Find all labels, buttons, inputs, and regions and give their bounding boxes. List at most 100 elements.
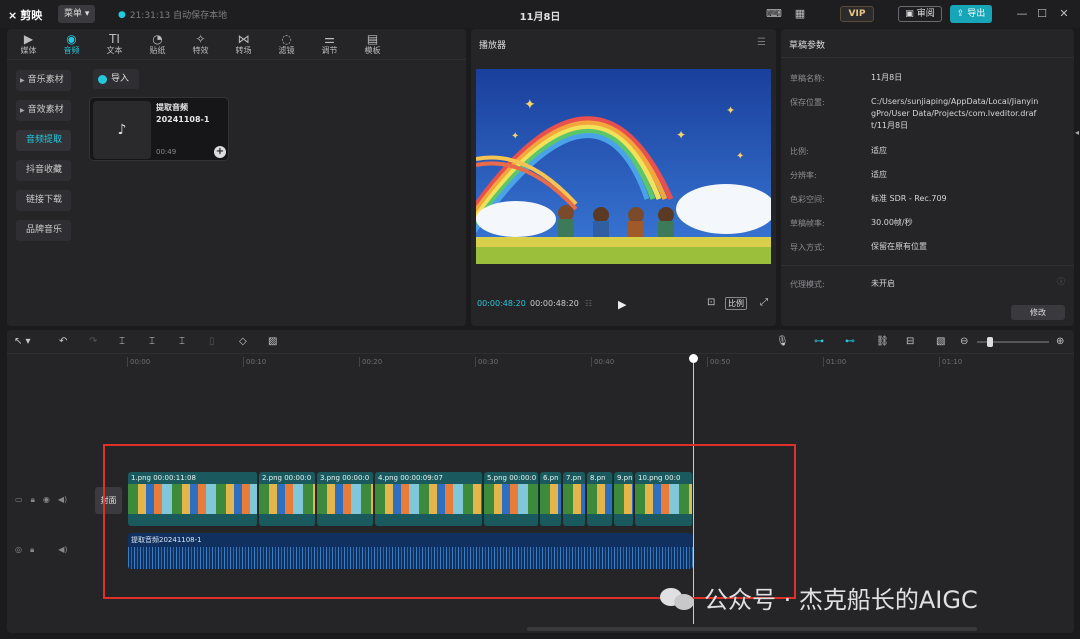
play-icon[interactable]: ▶ xyxy=(618,298,626,311)
tab-transition[interactable]: ⋈ 转场 xyxy=(222,29,265,59)
check-circle-icon: ● xyxy=(118,9,126,20)
tab-template[interactable]: ▤ 模板 xyxy=(351,29,394,59)
sidebar-item-brand-music[interactable]: 品牌音乐 xyxy=(16,220,71,241)
ruler-tick xyxy=(591,357,592,367)
info-icon[interactable]: ⓘ xyxy=(1057,276,1065,287)
export-button[interactable]: ⇪ 导出 xyxy=(950,5,992,23)
tab-effects[interactable]: ✧ 特效 xyxy=(179,29,222,59)
current-timecode: 00:00:48:20 xyxy=(477,299,526,308)
delete-icon[interactable]: ▯ xyxy=(209,336,215,348)
layout-icon[interactable]: ▦ xyxy=(792,7,808,21)
main-track-magnet-icon[interactable]: ⊶ xyxy=(814,336,824,348)
export-icon: ⇪ xyxy=(956,9,965,19)
ratio-button[interactable]: 比例 xyxy=(725,297,747,310)
sidebar-label: 抖音收藏 xyxy=(26,165,63,175)
import-button[interactable]: 导入 xyxy=(93,69,139,89)
tab-audio[interactable]: ◉ 音频 xyxy=(50,29,93,59)
sidebar-label: 音频提取 xyxy=(26,135,63,145)
split-icon[interactable]: ⌶ xyxy=(119,336,125,348)
media-library-panel: ▶ 媒体 ◉ 音频 TI 文本 ◔ 贴纸 ✧ 特效 ⋈ 转场 ◌ 滤镜 ⚌ 调节 ▤ 模板 ▶ 音乐… xyxy=(7,29,466,326)
video-preview[interactable]: ✦ ✦ ✦ ✦ ✦ xyxy=(476,69,771,264)
sidebar-label: 音效素材 xyxy=(27,105,64,115)
speaker-icon[interactable]: ◀) xyxy=(58,495,67,505)
tab-sticker[interactable]: ◔ 贴纸 xyxy=(136,29,179,59)
split-right-icon[interactable]: ⌶ xyxy=(179,336,185,348)
sidebar-item-link-download[interactable]: 链接下载 xyxy=(16,190,71,211)
tab-label: 音频 xyxy=(63,46,80,55)
watermark-text: 公众号 · 杰克船长的AIGC xyxy=(704,586,978,614)
vip-badge[interactable]: VIP xyxy=(840,6,874,22)
prop-value-import-mode: 保留在原有位置 xyxy=(871,242,927,251)
lock-icon[interactable]: 🔒︎ xyxy=(30,545,34,555)
sidebar-item-sound-effects[interactable]: ▶ 音效素材 xyxy=(16,100,71,121)
tab-adjust[interactable]: ⚌ 调节 xyxy=(308,29,351,59)
hamburger-icon[interactable]: ☰ xyxy=(757,37,766,48)
link-icon[interactable]: ⛓ xyxy=(876,336,889,348)
collapse-arrow-icon[interactable]: ◂ xyxy=(1075,128,1080,138)
lock-icon[interactable]: 🔒︎ xyxy=(31,495,35,505)
svg-text:✦: ✦ xyxy=(511,131,519,142)
sidebar-item-douyin-favorites[interactable]: 抖音收藏 xyxy=(16,160,71,181)
zoom-slider-handle[interactable] xyxy=(987,337,993,347)
import-label: 导入 xyxy=(111,74,130,84)
image-adjust-icon[interactable]: ▨ xyxy=(268,336,277,348)
review-button[interactable]: ▣ 审阅 xyxy=(898,6,942,22)
fullscreen-region-icon[interactable]: ⊡ xyxy=(707,297,715,308)
zoom-out-icon[interactable]: ⊖ xyxy=(960,336,968,348)
add-to-timeline-icon[interactable]: + xyxy=(214,146,226,158)
ruler-label: 00:30 xyxy=(478,358,499,366)
tab-media[interactable]: ▶ 媒体 xyxy=(7,29,50,59)
ruler-tick xyxy=(243,357,244,367)
prop-value-path: C:/Users/sunjiaping/AppData/Local/Jianyi… xyxy=(871,97,1039,130)
menu-button[interactable]: 菜单 ▾ xyxy=(58,5,96,23)
redo-icon[interactable]: ↷ xyxy=(89,336,97,348)
wechat-logo-icon xyxy=(660,584,696,612)
audio-track-controls: ◎ 🔒︎ ◀) xyxy=(15,545,68,555)
maximize-icon[interactable]: ☐ xyxy=(1034,7,1050,21)
undo-icon[interactable]: ↶ xyxy=(59,336,67,348)
auto-snap-icon[interactable]: ⊷ xyxy=(845,336,855,348)
minimize-icon[interactable]: — xyxy=(1014,7,1030,21)
preview-axis-icon[interactable]: ⊟ xyxy=(906,336,914,348)
player-panel: 播放器 ☰ ✦ ✦ ✦ ✦ ✦ 00:00:48:20 00:00:48:20 … xyxy=(471,29,776,326)
close-icon[interactable]: ✕ xyxy=(1056,7,1072,21)
sidebar-item-music[interactable]: ▶ 音乐素材 xyxy=(16,70,71,91)
music-note-icon: ♪ xyxy=(93,101,151,159)
subtitle-icon[interactable]: ▧ xyxy=(936,336,945,348)
speaker-icon[interactable]: ◀) xyxy=(58,545,67,555)
microphone-icon[interactable]: 🎙 xyxy=(776,336,789,348)
tab-label: 媒体 xyxy=(20,46,37,55)
marker-icon[interactable]: ◇ xyxy=(239,336,247,348)
list-icon[interactable]: ☷ xyxy=(585,299,592,308)
prop-value-name: 11月8日 xyxy=(871,73,903,82)
library-tabs: ▶ 媒体 ◉ 音频 TI 文本 ◔ 贴纸 ✧ 特效 ⋈ 转场 ◌ 滤镜 ⚌ 调节 ▤ 模板 xyxy=(7,29,466,59)
select-cursor-icon[interactable]: ↖ ▾ xyxy=(14,336,31,348)
keyboard-icon[interactable]: ⌨ xyxy=(766,7,782,21)
template-icon: ▤ xyxy=(366,32,379,46)
svg-text:✦: ✦ xyxy=(726,104,735,117)
tab-text[interactable]: TI 文本 xyxy=(93,29,136,59)
props-title: 草稿参数 xyxy=(789,41,826,51)
eye-icon[interactable]: ◉ xyxy=(43,495,50,505)
prop-label-path: 保存位置: xyxy=(790,98,825,107)
ruler-tick xyxy=(475,357,476,367)
sticker-icon: ◔ xyxy=(152,32,163,46)
track-type-icon: ▭ xyxy=(15,495,23,504)
ruler-label: 01:00 xyxy=(826,358,847,366)
media-card[interactable]: ♪ 提取音频20241108-1 00:49 + xyxy=(89,97,229,161)
app-name: 剪映 xyxy=(20,9,43,22)
tab-filter[interactable]: ◌ 滤镜 xyxy=(265,29,308,59)
fullscreen-icon[interactable]: ⤢ xyxy=(760,297,768,308)
zoom-in-icon[interactable]: ⊕ xyxy=(1056,336,1064,348)
playhead-handle[interactable] xyxy=(689,354,698,363)
modify-button[interactable]: 修改 xyxy=(1011,305,1065,320)
draft-properties-panel: 草稿参数 草稿名称: 11月8日 保存位置: C:/Users/sunjiapi… xyxy=(781,29,1074,326)
review-label: 审阅 xyxy=(916,9,935,19)
sidebar-item-audio-extract[interactable]: 音频提取 xyxy=(16,130,71,151)
horizontal-scrollbar[interactable] xyxy=(527,627,977,631)
timeline-ruler[interactable]: 00:00 00:10 00:20 00:30 00:40 00:50 01:0… xyxy=(127,354,1072,368)
zoom-slider[interactable] xyxy=(977,337,1049,347)
prop-label-framerate: 草稿帧率: xyxy=(790,219,825,228)
split-left-icon[interactable]: ⌶ xyxy=(149,336,155,348)
prop-label-proxy: 代理模式: xyxy=(790,280,825,289)
